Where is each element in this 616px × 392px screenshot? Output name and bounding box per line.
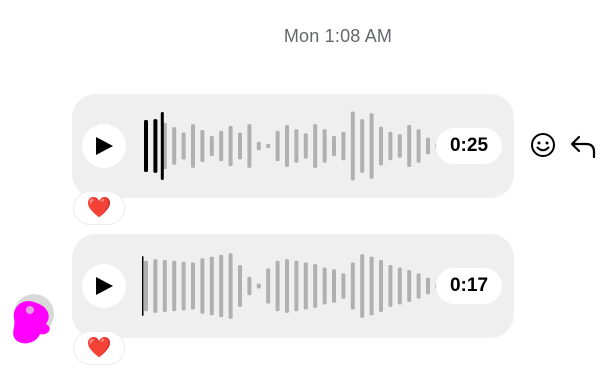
waveform-bar [153, 259, 158, 313]
play-button[interactable] [82, 124, 126, 168]
waveform-bar [181, 132, 186, 160]
waveform-bar [162, 259, 167, 313]
waveform-bar [407, 125, 412, 167]
waveform-bar [294, 129, 299, 163]
waveform-bar [266, 143, 271, 149]
waveform-bar [275, 260, 280, 312]
play-icon [96, 137, 113, 155]
waveform-bar [191, 262, 195, 310]
waveform-bar [200, 130, 205, 162]
waveform-bar [426, 137, 430, 155]
waveform-bar [303, 262, 308, 310]
waveform-bar [275, 130, 280, 162]
waveform-bar [181, 261, 186, 311]
waveform-bar [388, 131, 393, 161]
waveform-bar [209, 256, 214, 316]
waveform-bar [200, 258, 205, 314]
waveform-bar [219, 254, 224, 318]
waveform-bar [294, 260, 299, 312]
waveform-bar [322, 267, 327, 305]
waveform-bar [144, 119, 148, 173]
waveform-bar [416, 129, 421, 163]
waveform-bar [238, 265, 242, 307]
waveform-bar [247, 124, 252, 168]
waveform-bar [228, 253, 233, 319]
waveform-bar [360, 254, 365, 318]
waveform-bar [238, 132, 242, 160]
waveform-bar [172, 260, 177, 312]
play-button[interactable] [82, 264, 126, 308]
waveform-bar [191, 124, 195, 168]
waveform-bar [209, 135, 214, 157]
waveform-bar [341, 131, 346, 161]
waveform-bar [144, 260, 148, 312]
waveform-bar [172, 127, 177, 165]
voice-message-1[interactable]: 0:25 [72, 94, 514, 198]
waveform-bar [332, 135, 336, 157]
waveform-bar [247, 276, 252, 296]
message-timestamp: Mon 1:08 AM [283, 26, 393, 46]
waveform-bar [407, 270, 412, 302]
play-icon [96, 277, 113, 295]
waveform-bar [388, 265, 393, 307]
waveform-bar [341, 273, 346, 299]
playhead[interactable] [160, 112, 164, 180]
waveform-bar [426, 277, 430, 295]
playhead[interactable] [142, 256, 144, 316]
waveform-bar [322, 129, 327, 163]
waveform-bar [332, 269, 336, 303]
heart-reaction[interactable]: ❤️ [74, 192, 124, 224]
smiley-icon[interactable] [528, 130, 558, 160]
duration-label: 0:25 [436, 128, 502, 164]
waveform-bar [153, 119, 158, 173]
waveform-bar [379, 259, 383, 313]
heart-reaction[interactable]: ❤️ [74, 332, 124, 364]
waveform-bar [285, 259, 289, 313]
avatar[interactable] [8, 292, 60, 348]
waveform-bar [379, 126, 383, 166]
reply-icon[interactable] [568, 130, 598, 160]
waveform-bar [313, 264, 318, 308]
waveform-bar [256, 141, 261, 151]
waveform-bar [369, 113, 374, 179]
waveform-bar [266, 268, 271, 304]
waveform-bar [369, 256, 374, 316]
waveform-bar [360, 119, 365, 173]
waveform-bar [350, 262, 355, 310]
waveform-bar [416, 273, 421, 299]
waveform-bar [313, 124, 318, 168]
waveform-bar [397, 134, 402, 158]
duration-label: 0:17 [436, 268, 502, 304]
waveform-bar [228, 125, 233, 167]
waveform-bar [285, 125, 289, 167]
waveform-bar [256, 283, 261, 289]
waveform-bar [350, 111, 355, 181]
voice-message-2[interactable]: 0:17 [72, 234, 514, 338]
waveform-bar [397, 267, 402, 305]
waveform-bar [219, 130, 224, 162]
waveform-bar [303, 133, 308, 159]
